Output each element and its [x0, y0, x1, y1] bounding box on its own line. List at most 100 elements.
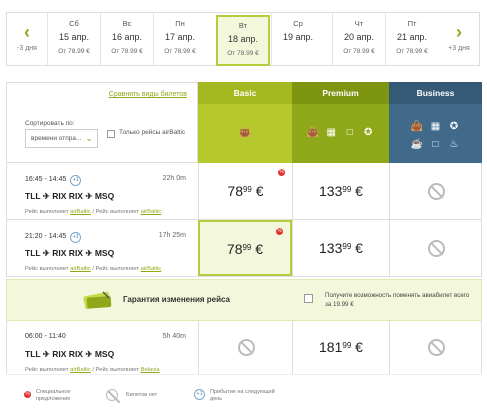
- date: 15 апр.: [59, 32, 89, 42]
- flight-time: 21:20 - 14:45 +1: [25, 232, 82, 243]
- special-offer-icon: %: [24, 391, 31, 398]
- special-offer-icon: %: [278, 169, 285, 176]
- date-tab-selected[interactable]: Вт 18 апр. От 78.99 €: [216, 15, 270, 66]
- price-cell-basic[interactable]: % 7899 €: [198, 163, 292, 219]
- seat-icon: □: [432, 139, 439, 150]
- change-guarantee-panel: Гарантия изменения рейса Получите возмож…: [6, 279, 482, 321]
- price-cell-premium[interactable]: 13399 €: [292, 163, 389, 219]
- flight-route: TLL ✈ RIX RIX ✈ MSQ: [25, 191, 115, 201]
- unavailable-icon: [237, 339, 255, 356]
- next-day-icon: +1: [194, 389, 205, 400]
- next-days-label: +3 дня: [448, 45, 470, 52]
- flight-info: 21:20 - 14:45 +1 17h 25m TLL ✈ RIX RIX ✈…: [6, 220, 198, 276]
- date-tab[interactable]: Чт 20 апр. От 78.99 €: [332, 13, 385, 65]
- date: 17 апр.: [165, 32, 195, 42]
- price: 18199 €: [319, 339, 363, 355]
- operator-link[interactable]: airBaltic: [70, 266, 91, 272]
- seat-icon: □: [346, 127, 353, 138]
- weekday: Ср: [293, 19, 303, 28]
- price: 13399 €: [319, 240, 363, 256]
- unavailable-icon: [427, 240, 445, 257]
- price: 7899 €: [226, 241, 264, 257]
- flight-row: 06:00 - 11:40 5h 40m TLL ✈ RIX RIX ✈ MSQ…: [6, 321, 482, 375]
- prev-days-button[interactable]: ‹ -3 дня: [7, 13, 47, 65]
- sort-label: Сортировать по:: [25, 120, 75, 127]
- legend: % Специальное предложение Билетов нет +1…: [6, 374, 482, 414]
- flight-info: 06:00 - 11:40 5h 40m TLL ✈ RIX RIX ✈ MSQ…: [6, 321, 198, 374]
- min-price: От 78.99 €: [396, 48, 428, 55]
- date: 16 апр.: [112, 32, 142, 42]
- operator-link[interactable]: airBaltic: [141, 209, 162, 215]
- special-offer-icon: %: [276, 228, 283, 235]
- sort-select[interactable]: времени отпра... ⌄: [25, 129, 98, 148]
- operator-text: Рейс выполняет airBaltic / Рейс выполняе…: [25, 266, 162, 272]
- price-cell-premium[interactable]: 18199 €: [292, 321, 389, 374]
- next-day-icon: +1: [70, 175, 82, 186]
- suitcase-icon: ▦: [430, 121, 441, 132]
- cup-icon: ☕: [410, 139, 424, 150]
- min-price: От 78.99 €: [164, 48, 196, 55]
- bag-icon: 👜: [238, 127, 252, 138]
- date: 20 апр.: [344, 32, 374, 42]
- weekday: Пт: [407, 19, 417, 28]
- unavailable-icon: [427, 339, 445, 356]
- weekday: Пн: [175, 19, 185, 28]
- next-day-icon: +1: [70, 232, 82, 243]
- operator-link[interactable]: airBaltic: [141, 266, 162, 272]
- star-icon: ✪: [363, 127, 373, 138]
- operator-link[interactable]: airBaltic: [70, 209, 91, 215]
- weekday: Вт: [238, 21, 248, 30]
- guarantee-title: Гарантия изменения рейса: [123, 295, 231, 304]
- sort-value: времени отпра...: [31, 135, 82, 142]
- chevron-left-icon: ‹: [24, 22, 30, 42]
- star-icon: ✪: [449, 121, 459, 132]
- min-price: От 78.99 €: [227, 50, 259, 57]
- fare-title-premium: Premium: [292, 82, 389, 104]
- prev-days-label: -3 дня: [17, 45, 37, 52]
- price-cell-business: [389, 321, 482, 374]
- unavailable-icon: [427, 183, 445, 200]
- date-tab[interactable]: Сб 15 апр. От 78.99 €: [47, 13, 100, 65]
- flight-row: 21:20 - 14:45 +1 17h 25m TLL ✈ RIX RIX ✈…: [6, 220, 482, 277]
- weekday: Вс: [122, 19, 132, 28]
- guarantee-checkbox[interactable]: [304, 294, 313, 303]
- date: 21 апр.: [397, 32, 427, 42]
- fare-title-basic: Basic: [198, 82, 292, 104]
- operator-link[interactable]: airBaltic: [70, 367, 91, 373]
- airbaltic-only-checkbox[interactable]: [107, 130, 115, 138]
- ticket-icon: [83, 291, 112, 310]
- date: 18 апр.: [228, 34, 258, 44]
- date-tab[interactable]: Вс 16 апр. От 78.99 €: [100, 13, 153, 65]
- suitcase-icon: ▦: [326, 127, 336, 138]
- date-tab[interactable]: Пн 17 апр. От 78.99 €: [153, 13, 206, 65]
- chevron-down-icon: ⌄: [85, 133, 93, 143]
- compare-fares-link[interactable]: Сравнить виды билетов: [109, 91, 187, 98]
- weekday: Сб: [69, 19, 79, 28]
- price-cell-basic-selected[interactable]: % 7899 €: [198, 220, 292, 276]
- date: 19 апр.: [283, 32, 313, 42]
- flight-time: 06:00 - 11:40: [25, 333, 66, 340]
- chevron-right-icon: ›: [456, 22, 462, 42]
- flight-route: TLL ✈ RIX RIX ✈ MSQ: [25, 248, 115, 258]
- flight-duration: 17h 25m: [158, 232, 186, 239]
- price-cell-basic: [198, 321, 292, 374]
- flight-route: TLL ✈ RIX RIX ✈ MSQ: [25, 349, 115, 359]
- weekday: Чт: [354, 19, 364, 28]
- guarantee-description: Получите возможность поменять авиабилет …: [325, 292, 470, 308]
- unavailable-icon: [106, 389, 118, 401]
- date-tab[interactable]: Пт 21 апр. От 78.99 €: [385, 13, 438, 65]
- fare-column-basic: Basic 👜: [198, 82, 292, 163]
- fare-header-left: Сравнить виды билетов Сортировать по: вр…: [6, 82, 198, 163]
- airbaltic-only-label: Только рейсы airBaltic: [119, 129, 186, 136]
- next-days-button[interactable]: › +3 дня: [439, 13, 479, 65]
- date-tab[interactable]: Ср 19 апр.: [271, 13, 324, 65]
- price-cell-premium[interactable]: 13399 €: [292, 220, 389, 276]
- operator-link[interactable]: Belavia: [141, 367, 160, 373]
- date-strip: ‹ -3 дня Сб 15 апр. От 78.99 € Вс 16 апр…: [6, 12, 480, 66]
- operator-text: Рейс выполняет airBaltic / Рейс выполняе…: [25, 367, 160, 373]
- operator-text: Рейс выполняет airBaltic / Рейс выполняе…: [25, 209, 162, 215]
- bag-icon: 👜: [410, 121, 424, 132]
- legend-special: Специальное предложение: [36, 389, 71, 402]
- fare-title-business: Business: [389, 82, 482, 104]
- price-cell-business: [389, 220, 482, 276]
